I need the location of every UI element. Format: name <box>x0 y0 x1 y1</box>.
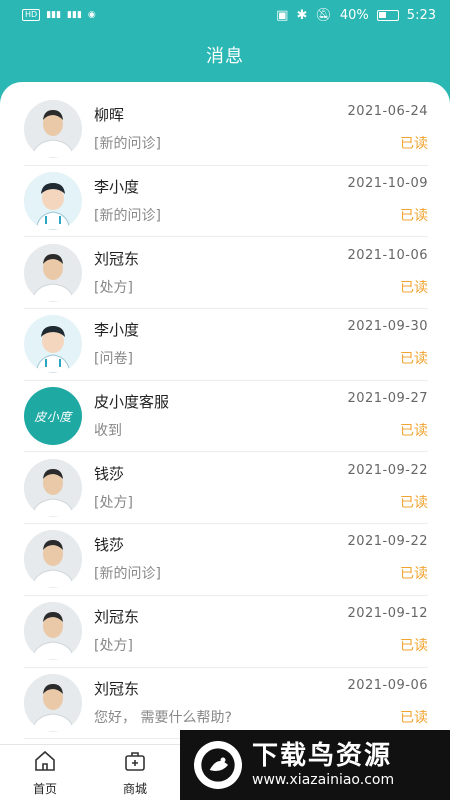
avatar <box>24 100 82 159</box>
read-status: 已读 <box>400 566 428 583</box>
read-status: 已读 <box>400 208 428 225</box>
message-preview: [新的问诊] <box>94 136 161 153</box>
read-status: 已读 <box>400 423 428 440</box>
message-body: 皮小度客服 2021-09-27 收到 已读 <box>94 387 428 445</box>
read-status: 已读 <box>400 638 428 655</box>
watermark-text: 下载鸟资源 www.xiazainiao.com <box>252 741 394 789</box>
avatar <box>24 530 82 589</box>
message-item[interactable]: 柳晖 2021-06-24 [新的问诊] 已读 <box>24 94 428 166</box>
sender-name: 皮小度客服 <box>94 393 170 412</box>
message-list: 柳晖 2021-06-24 [新的问诊] 已读 李小度 2021-10-09 [新的问诊] 已… <box>0 94 450 740</box>
message-date: 2021-10-09 <box>347 176 428 192</box>
message-preview: [新的问诊] <box>94 208 161 225</box>
read-status: 已读 <box>400 136 428 153</box>
hd-indicator: HD <box>22 9 41 21</box>
message-preview: [处方] <box>94 638 133 655</box>
signal-icon: ▮▮▮ <box>46 10 62 20</box>
message-body: 刘冠东 2021-09-06 您好， 需要什么帮助? 已读 <box>94 674 428 732</box>
nfc-icon: ▣ <box>276 7 289 23</box>
message-date: 2021-10-06 <box>347 247 428 263</box>
message-body: 钱莎 2021-09-22 [处方] 已读 <box>94 459 428 517</box>
message-preview: 您好， 需要什么帮助? <box>94 709 232 726</box>
message-item[interactable]: 钱莎 2021-09-22 [新的问诊] 已读 <box>24 524 428 596</box>
avatar <box>24 172 82 231</box>
read-status: 已读 <box>400 351 428 368</box>
sender-name: 钱莎 <box>94 464 125 483</box>
avatar <box>24 602 82 661</box>
message-body: 刘冠东 2021-09-12 [处方] 已读 <box>94 602 428 660</box>
avatar: 皮小度 <box>24 387 82 446</box>
sender-name: 刘冠东 <box>94 608 140 627</box>
avatar <box>24 673 82 732</box>
home-icon <box>35 750 55 771</box>
message-body: 柳晖 2021-06-24 [新的问诊] 已读 <box>94 100 428 158</box>
message-preview: [问卷] <box>94 351 133 368</box>
message-date: 2021-06-24 <box>347 104 428 120</box>
bluetooth-icon: ✱ <box>296 7 308 23</box>
nav-mall[interactable]: 商城 <box>90 745 180 800</box>
watermark-url: www.xiazainiao.com <box>252 772 395 788</box>
nav-home[interactable]: 首页 <box>0 745 90 800</box>
status-right: ▣ ✱ 🔕︎ 40% 5:23 <box>276 8 436 23</box>
message-item[interactable]: 刘冠东 2021-09-06 您好， 需要什么帮助? 已读 <box>24 668 428 740</box>
watermark-title: 下载鸟资源 <box>252 741 393 771</box>
service-avatar-text: 皮小度 <box>34 409 72 424</box>
message-item[interactable]: 皮小度 皮小度客服 2021-09-27 收到 已读 <box>24 381 428 453</box>
status-left: HD ▮▮▮ ▮▮▮ ◉ <box>22 9 96 21</box>
message-date: 2021-09-06 <box>347 677 428 693</box>
message-body: 刘冠东 2021-10-06 [处方] 已读 <box>94 244 428 302</box>
message-preview: [处方] <box>94 279 133 296</box>
watermark: 下载鸟资源 www.xiazainiao.com <box>180 730 450 800</box>
message-date: 2021-09-22 <box>347 462 428 478</box>
avatar <box>24 315 82 374</box>
sender-name: 柳晖 <box>94 106 125 125</box>
page-header: 消息 <box>0 30 450 80</box>
message-preview: [处方] <box>94 494 133 511</box>
message-item[interactable]: 李小度 2021-09-30 [问卷] 已读 <box>24 309 428 381</box>
message-date: 2021-09-22 <box>347 534 428 550</box>
status-bar: HD ▮▮▮ ▮▮▮ ◉ ▣ ✱ 🔕︎ 40% 5:23 <box>0 0 450 30</box>
sender-name: 李小度 <box>94 178 140 197</box>
nav-home-label: 首页 <box>32 782 57 796</box>
mute-icon: 🔕︎ <box>315 7 332 23</box>
message-item[interactable]: 刘冠东 2021-10-06 [处方] 已读 <box>24 237 428 310</box>
read-status: 已读 <box>400 279 428 296</box>
message-date: 2021-09-30 <box>347 319 428 335</box>
message-body: 李小度 2021-10-09 [新的问诊] 已读 <box>94 172 428 230</box>
battery-icon <box>376 9 399 21</box>
sender-name: 刘冠东 <box>94 679 140 698</box>
sender-name: 钱莎 <box>94 536 125 555</box>
message-item[interactable]: 刘冠东 2021-09-12 [处方] 已读 <box>24 596 428 668</box>
message-item[interactable]: 李小度 2021-10-09 [新的问诊] 已读 <box>24 166 428 238</box>
message-panel: 柳晖 2021-06-24 [新的问诊] 已读 李小度 2021-10-09 [新的问诊] 已… <box>0 82 450 744</box>
avatar <box>24 458 82 517</box>
eye-icon: ◉ <box>87 10 96 20</box>
message-date: 2021-09-12 <box>347 606 428 622</box>
message-date: 2021-09-27 <box>347 391 428 407</box>
avatar <box>24 243 82 302</box>
battery-percent: 40% <box>339 7 369 23</box>
sender-name: 李小度 <box>94 321 140 340</box>
page-title: 消息 <box>206 46 244 67</box>
read-status: 已读 <box>400 494 428 511</box>
sender-name: 刘冠东 <box>94 249 140 268</box>
bird-logo-icon <box>194 741 242 789</box>
message-body: 李小度 2021-09-30 [问卷] 已读 <box>94 315 428 373</box>
medical-kit-icon <box>125 752 145 771</box>
message-body: 钱莎 2021-09-22 [新的问诊] 已读 <box>94 530 428 588</box>
clock: 5:23 <box>406 7 436 23</box>
message-preview: [新的问诊] <box>94 566 161 583</box>
message-preview: 收到 <box>94 423 122 440</box>
nav-mall-label: 商城 <box>122 782 147 796</box>
message-item[interactable]: 钱莎 2021-09-22 [处方] 已读 <box>24 452 428 525</box>
read-status: 已读 <box>400 709 428 726</box>
signal-icon-2: ▮▮▮ <box>67 10 82 20</box>
